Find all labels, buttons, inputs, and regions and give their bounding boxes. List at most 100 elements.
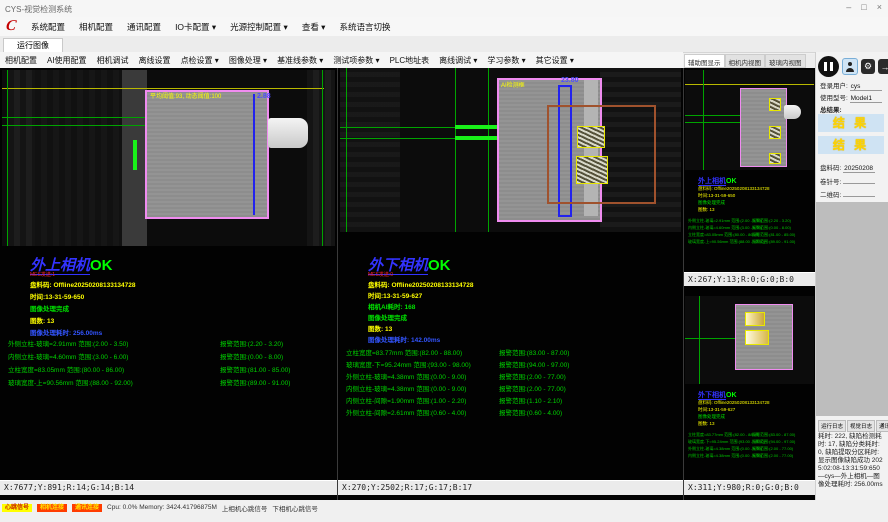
menu-light-config[interactable]: 光源控制配置 ▾	[223, 21, 295, 33]
green-measure-line	[2, 117, 147, 118]
measurement-value: 内侧立柱-玻璃=4.38mm 范围:(0.00 - 9.00)	[688, 453, 752, 459]
result-ok: OK	[726, 178, 737, 185]
measurement-row: 外侧立柱-玻璃=2.91mm 范围:(2.00 - 3.50)报警范围:(2.2…	[8, 338, 290, 351]
tab-camera-inner-view[interactable]: 相机内视图	[725, 54, 766, 68]
green-reference-line	[703, 70, 704, 170]
user-icon[interactable]	[842, 58, 858, 75]
alarm-range: 报警范围:(0.60 - 4.00)	[499, 410, 562, 417]
comm-link-badge: 通讯连接	[72, 504, 102, 512]
measurement-value: 玻璃宽度-上=90.56mm 范围:(88.00 - 92.00)	[8, 377, 220, 387]
title-bar: CYS-视觉检测系统 – □ ×	[0, 0, 888, 18]
tool-ai-config[interactable]: AI使用配置	[42, 55, 92, 66]
green-edge-marker	[455, 125, 497, 129]
app-window: CYS-视觉检测系统 – □ × C 系统配置 相机配置 通讯配置 IO卡配置 …	[0, 0, 888, 522]
measurement-list: 外侧立柱-玻璃=2.91mm 范围:(2.00 - 3.50)报警范围:(2.2…	[688, 218, 795, 246]
pause-button[interactable]	[818, 56, 839, 77]
green-reference-line	[322, 70, 323, 246]
machine-column	[340, 68, 400, 232]
alarm-range: 报警范围:(89.00 - 91.00)	[752, 239, 795, 244]
maximize-icon[interactable]: □	[861, 2, 866, 12]
measurement-value: 外侧立柱-玻璃=4.38mm 范围:(0.00 - 9.00)	[688, 446, 752, 452]
lower-camera-heartbeat: 下相机心跳信号	[272, 503, 318, 513]
green-edge-marker	[133, 140, 137, 170]
menu-view[interactable]: 查看 ▾	[295, 21, 333, 33]
aux-image-upper[interactable]	[685, 70, 814, 170]
measurement-row: 内侧立柱-玻璃=4.60mm 范围:(3.00 - 6.00)报警范围:(0.0…	[688, 225, 795, 232]
measurement-list: 立柱宽度=83.77mm 范围:(82.00 - 88.00)报警范围:(83.…	[346, 347, 569, 419]
tool-learn-params[interactable]: 学习参数 ▾	[482, 55, 530, 66]
menu-language[interactable]: 系统语言切换	[332, 21, 397, 33]
tool-offline-setting[interactable]: 离线设置	[134, 55, 176, 66]
measurement-value: 内侧立柱-玻璃=4.38mm 范围:(0.00 - 9.00)	[346, 383, 499, 393]
time-line: 时间:13-31-59-627	[368, 290, 422, 300]
measurement-value: 外侧立柱-玻璃=2.91mm 范围:(2.00 - 3.50)	[688, 218, 752, 224]
time-line: 时间:13-31-59-650	[698, 193, 735, 199]
blue-measure-line	[253, 94, 255, 215]
login-user-value: cys	[850, 83, 882, 91]
barcode-line: 盘料码: Offline20250208133134728	[30, 279, 136, 289]
tool-offline-debug[interactable]: 离线调试 ▾	[434, 55, 482, 66]
menu-system-config[interactable]: 系统配置	[24, 21, 72, 33]
result-display-upper: 结 果	[818, 114, 884, 132]
frame-count-line: 图数: 13	[698, 207, 715, 213]
tab-run-image[interactable]: 运行图像	[3, 38, 63, 52]
tool-camera-config[interactable]: 相机配置	[0, 55, 42, 66]
aux-image-lower[interactable]	[685, 296, 814, 384]
pin-number-row: 卷针号:	[820, 176, 875, 186]
green-edge-marker	[455, 136, 497, 140]
process-time-line: 图像处理耗时: 256.00ms	[30, 327, 102, 337]
measurement-value: 玻璃宽度-下=95.24mm 范围:(93.00 - 98.00)	[688, 439, 752, 445]
green-reference-line	[455, 68, 456, 232]
tab-comm-log[interactable]: 通讯日志	[876, 420, 888, 432]
pin-number-label: 卷针号:	[820, 179, 841, 186]
exit-icon[interactable]: →	[878, 59, 888, 74]
tab-vision-log[interactable]: 视觉日志	[847, 420, 875, 432]
camera-image-lower[interactable]: AI检测框 23.80	[340, 68, 681, 232]
tool-test-params[interactable]: 测试项参数 ▾	[328, 55, 384, 66]
close-icon[interactable]: ×	[877, 2, 882, 12]
blue-measure-value: 2.88	[257, 93, 271, 100]
menu-camera-config[interactable]: 相机配置	[72, 21, 120, 33]
measurement-row: 玻璃宽度-下=95.24mm 范围:(93.00 - 98.00)报警范围:(9…	[346, 359, 569, 371]
alarm-range: 报警范围:(2.20 - 3.20)	[220, 341, 283, 348]
tool-image-process[interactable]: 图像处理 ▾	[224, 55, 272, 66]
machine-column	[8, 70, 35, 246]
result-ok: OK	[428, 257, 451, 274]
menu-io-config[interactable]: IO卡配置 ▾	[168, 21, 223, 33]
measurement-row: 立柱宽度=83.77mm 范围:(82.00 - 88.00)报警范围:(83.…	[688, 432, 795, 439]
aux-panel: 外上相机OK 盘料码: Offline20250208133134728 时间:…	[684, 68, 815, 500]
tool-plc-table[interactable]: PLC地址表	[385, 55, 435, 66]
tool-check-setting[interactable]: 点检设置 ▾	[176, 55, 224, 66]
model-value: Model1	[850, 95, 882, 103]
menu-comm-config[interactable]: 通讯配置	[120, 21, 168, 33]
model-row: 使用型号: Model1	[820, 92, 882, 103]
camera-panel-upper: 平均阈值:93, 动态阈值:100 2.88 外上相机OK MES发送:1 盘料…	[0, 68, 338, 500]
alarm-range: 报警范围:(2.00 - 77.00)	[499, 386, 566, 393]
model-label: 使用型号:	[820, 95, 848, 102]
tool-baseline-params[interactable]: 基准线参数 ▾	[272, 55, 328, 66]
gripper-clip	[268, 118, 308, 148]
tab-aux-display[interactable]: 辅助图显示	[684, 54, 725, 68]
tab-run-log[interactable]: 运行日志	[818, 420, 846, 432]
result-display-lower: 结 果	[818, 136, 884, 154]
process-done-line: 图像处理完成	[698, 414, 725, 420]
measurement-value: 立柱宽度=83.05mm 范围:(80.00 - 86.00)	[8, 364, 220, 374]
window-controls: – □ ×	[846, 2, 882, 12]
camera-image-upper[interactable]: 平均阈值:93, 动态阈值:100 2.88	[2, 70, 335, 246]
heartbeat-badge: 心跳信号	[2, 504, 32, 512]
gear-icon[interactable]: ⚙	[861, 59, 875, 74]
upper-camera-heartbeat: 上相机心跳信号	[222, 503, 268, 513]
minimize-icon[interactable]: –	[846, 2, 851, 12]
qr-code-label: 二维码:	[820, 192, 841, 199]
login-user-label: 登录用户:	[820, 83, 848, 90]
green-measure-line	[685, 115, 741, 116]
process-done-line: 图像处理完成	[698, 200, 725, 206]
tool-camera-debug[interactable]: 相机调试	[92, 55, 134, 66]
tab-glass-inner-view[interactable]: 玻璃内视图	[765, 54, 806, 68]
tab-strip: 运行图像	[0, 36, 888, 53]
measurement-list: 外侧立柱-玻璃=2.91mm 范围:(2.00 - 3.50)报警范围:(2.2…	[8, 338, 290, 390]
measurement-row: 内侧立柱-间隙=1.90mm 范围:(1.00 - 2.20)报警范围:(1.1…	[346, 395, 569, 407]
tool-other-setting[interactable]: 其它设置 ▾	[531, 55, 579, 66]
measurement-value: 立柱宽度=83.77mm 范围:(82.00 - 88.00)	[688, 432, 752, 438]
alarm-range: 报警范围:(1.10 - 2.10)	[499, 398, 562, 405]
